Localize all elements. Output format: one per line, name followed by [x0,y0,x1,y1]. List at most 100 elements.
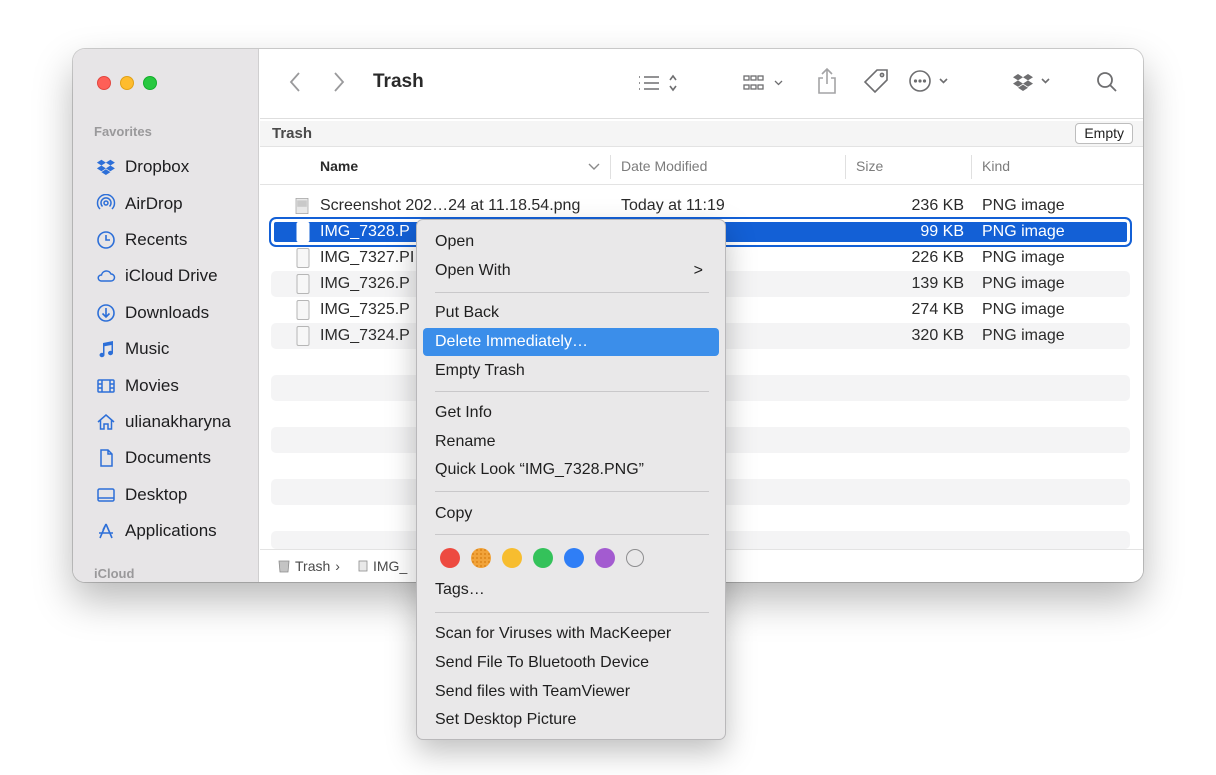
file-kind: PNG image [982,223,1065,240]
menu-item-quick-look[interactable]: Quick Look “IMG_7328.PNG” [423,456,719,484]
file-row[interactable]: Screenshot 202…24 at 11.18.54.png Today … [271,193,1130,219]
tag-blue[interactable] [564,548,584,568]
sidebar-item-desktop[interactable]: Desktop [73,477,259,513]
path-item-file[interactable]: IMG_ [358,558,407,574]
sidebar-item-airdrop[interactable]: AirDrop [73,185,259,221]
menu-separator [435,534,709,535]
chevron-right-icon [334,72,345,92]
action-button[interactable] [908,69,956,93]
tag-yellow[interactable] [502,548,522,568]
menu-separator [435,391,709,392]
sidebar-item-label: Movies [125,375,179,395]
path-label: IMG_ [373,558,408,574]
sidebar-item-home[interactable]: ulianakharyna [73,404,259,440]
file-name: Screenshot 202…24 at 11.18.54.png [320,197,581,214]
sidebar-item-label: Downloads [125,302,210,322]
screenshot-file-icon [295,198,309,214]
home-icon [95,411,117,433]
tag-purple[interactable] [595,548,615,568]
sidebar-item-movies[interactable]: Movies [73,367,259,403]
tag-green[interactable] [533,548,553,568]
document-icon [95,447,117,469]
sidebar-item-label: iCloud Drive [125,266,218,286]
window-controls [97,76,157,90]
sidebar-item-label: AirDrop [125,193,183,213]
empty-trash-button[interactable]: Empty [1075,123,1133,144]
sidebar-item-downloads[interactable]: Downloads [73,295,259,331]
path-item-trash[interactable]: Trash › [278,558,340,574]
menu-item-copy[interactable]: Copy [423,500,719,528]
column-date[interactable]: Date Modified [621,158,707,174]
desktop-icon [95,484,117,506]
column-size[interactable]: Size [856,158,883,174]
image-file-icon [296,300,310,320]
sort-chevron-down-icon[interactable] [588,163,600,171]
film-icon [95,375,117,397]
menu-item-open[interactable]: Open [423,228,719,256]
back-button[interactable] [288,71,302,93]
file-size: 236 KB [911,197,964,214]
sidebar-item-label: Desktop [125,484,188,504]
tag-icon [863,69,888,94]
dropbox-icon [1013,74,1050,91]
search-button[interactable] [1095,70,1119,94]
menu-item-scan-viruses[interactable]: Scan for Viruses with MacKeeper [423,620,719,648]
file-size: 226 KB [911,249,964,266]
music-icon [95,338,117,360]
location-title: Trash [272,125,313,142]
file-kind: PNG image [982,249,1065,266]
applications-icon [95,520,117,542]
menu-item-delete-immediately[interactable]: Delete Immediately… [423,328,719,356]
tag-gray[interactable] [626,549,644,567]
tag-orange[interactable] [471,548,491,568]
close-button[interactable] [97,76,111,90]
view-options-button[interactable] [637,73,681,93]
menu-item-put-back[interactable]: Put Back [423,299,719,327]
sidebar-item-label: Applications [125,521,217,541]
sidebar-item-dropbox[interactable]: Dropbox [73,149,259,185]
file-size: 99 KB [920,223,964,240]
group-button[interactable] [742,73,790,93]
sidebar-item-label: Music [125,339,170,359]
file-date: Today at 11:19 [621,197,725,214]
dropbox-toolbar-button[interactable] [1013,71,1057,91]
sidebar: Favorites Dropbox AirDrop Recents iCloud… [73,49,259,582]
sidebar-section-favorites: Favorites [94,124,152,139]
file-kind: PNG image [982,301,1065,318]
file-kind: PNG image [982,275,1065,292]
sidebar-item-documents[interactable]: Documents [73,440,259,476]
minimize-button[interactable] [120,76,134,90]
tag-red[interactable] [440,548,460,568]
sidebar-item-label: Dropbox [125,157,190,177]
context-menu: Open Open With > Put Back Delete Immedia… [416,219,726,740]
menu-separator [435,292,709,293]
column-kind[interactable]: Kind [982,158,1010,174]
menu-item-rename[interactable]: Rename [423,428,719,456]
sidebar-item-icloud-drive[interactable]: iCloud Drive [73,258,259,294]
cloud-icon [95,265,117,287]
sidebar-item-applications[interactable]: Applications [73,513,259,549]
zoom-button[interactable] [143,76,157,90]
sidebar-item-music[interactable]: Music [73,331,259,367]
path-label: Trash [295,558,331,574]
menu-item-set-desktop-picture[interactable]: Set Desktop Picture [423,706,719,734]
image-file-icon [358,560,368,572]
menu-item-get-info[interactable]: Get Info [423,399,719,427]
tag-button[interactable] [863,67,891,95]
sidebar-item-recents[interactable]: Recents [73,222,259,258]
forward-button[interactable] [332,71,346,93]
file-name: IMG_7327.PI [320,249,415,266]
column-name[interactable]: Name [320,158,358,174]
menu-item-open-with[interactable]: Open With > [423,257,719,285]
menu-item-tags[interactable]: Tags… [423,576,719,604]
menu-separator [435,612,709,613]
menu-item-send-bluetooth[interactable]: Send File To Bluetooth Device [423,649,719,677]
menu-item-empty-trash[interactable]: Empty Trash [423,357,719,385]
tag-color-row [440,548,644,568]
dropbox-icon [95,156,117,178]
column-header: Name Date Modified Size Kind [260,148,1143,185]
share-button[interactable] [816,67,838,95]
share-icon [818,67,836,94]
menu-item-send-teamviewer[interactable]: Send files with TeamViewer [423,678,719,706]
file-kind: PNG image [982,197,1065,214]
